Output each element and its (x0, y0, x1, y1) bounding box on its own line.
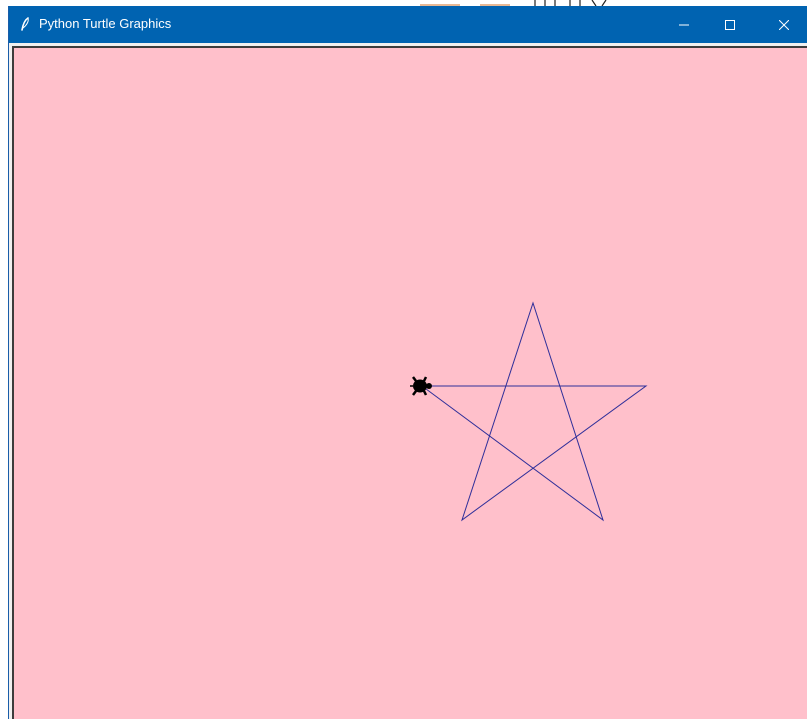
title-bar[interactable]: Python Turtle Graphics (9, 6, 807, 43)
window-client-area (9, 43, 807, 719)
close-button[interactable] (761, 6, 807, 43)
close-icon (779, 19, 789, 30)
maximize-button[interactable] (707, 6, 753, 43)
minimize-icon (679, 20, 689, 30)
canvas-frame (12, 46, 807, 719)
turtle-window: Python Turtle Graphics (8, 6, 807, 719)
maximize-icon (725, 19, 735, 30)
minimize-button[interactable] (661, 6, 707, 43)
feather-icon (18, 16, 34, 32)
turtle-canvas[interactable] (14, 48, 807, 719)
canvas-background (14, 48, 807, 719)
window-title: Python Turtle Graphics (39, 16, 172, 31)
